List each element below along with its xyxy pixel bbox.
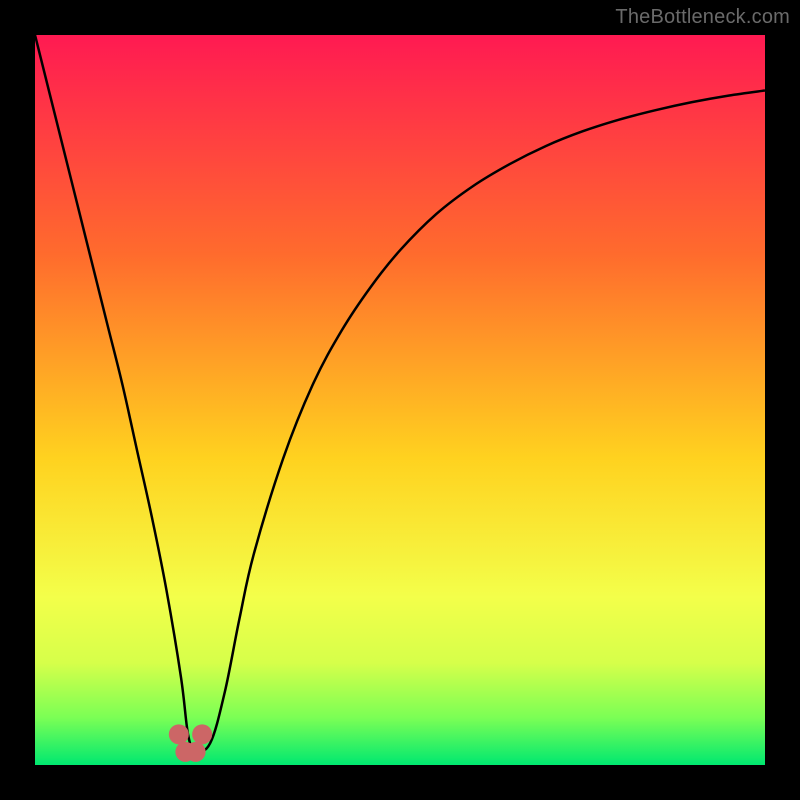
gradient-background (35, 35, 765, 765)
valley-marker (186, 742, 206, 762)
attribution-text: TheBottleneck.com (615, 6, 790, 29)
valley-marker (169, 724, 189, 744)
chart-frame: TheBottleneck.com (0, 0, 800, 800)
plot-area (35, 35, 765, 765)
valley-marker (192, 724, 212, 744)
chart-svg (35, 35, 765, 765)
